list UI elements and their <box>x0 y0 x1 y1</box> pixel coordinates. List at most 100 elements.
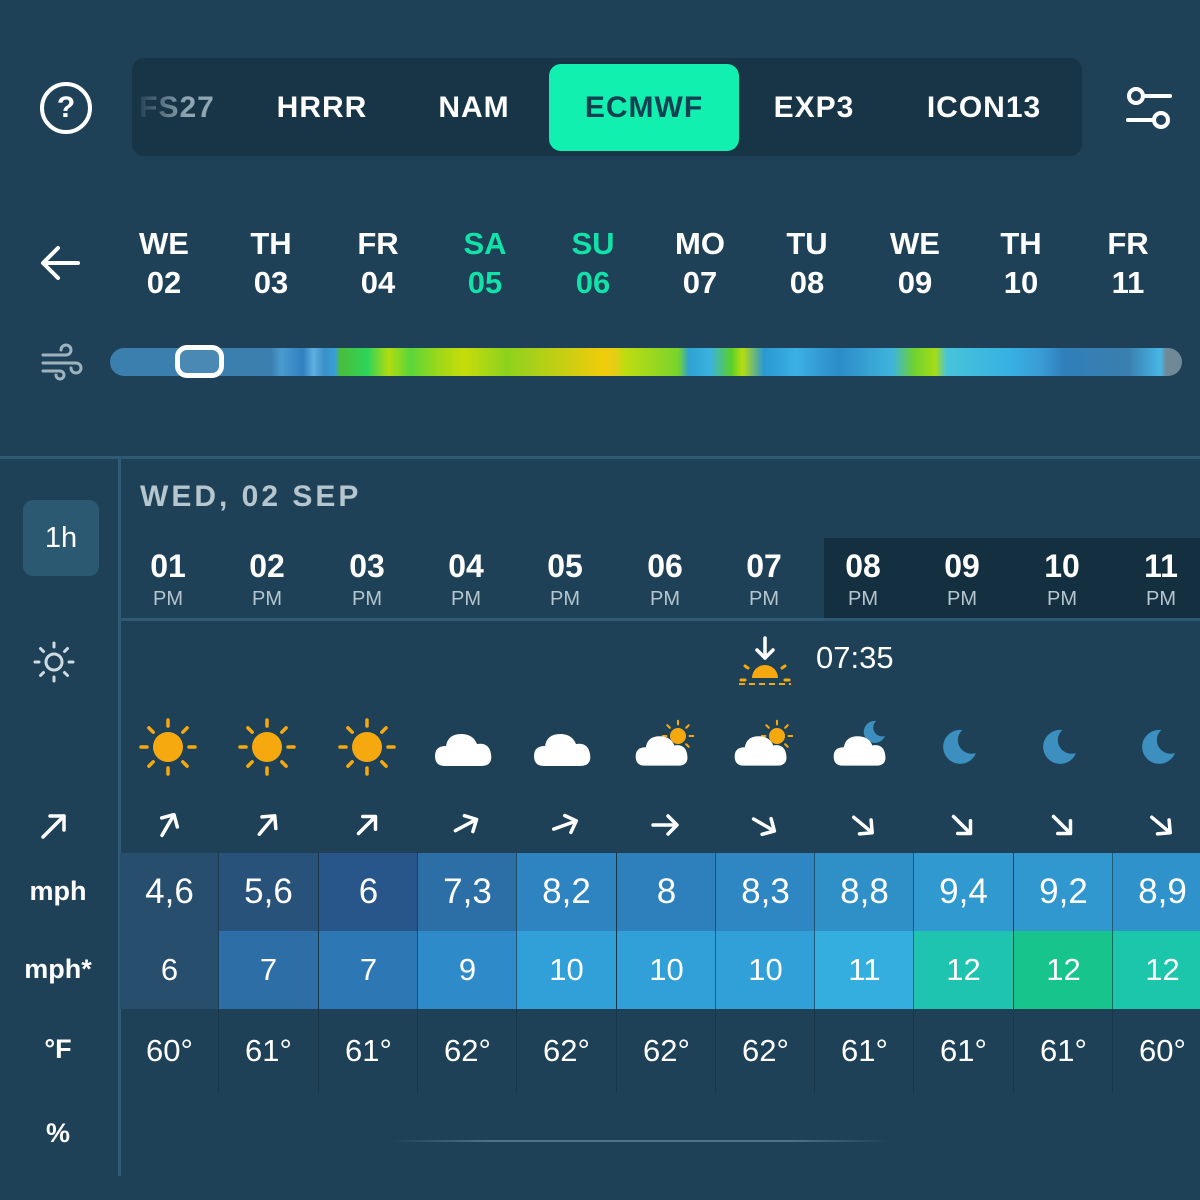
day-selector-mo-07[interactable]: MO 07 <box>650 224 750 302</box>
hour-number: 01 <box>150 548 186 584</box>
day-of-week: SU <box>571 226 615 261</box>
hour-number: 06 <box>647 548 683 584</box>
wind-direction-cell <box>416 805 516 845</box>
cloud-icon <box>534 734 591 766</box>
wind-timeline-bar[interactable] <box>110 348 1182 376</box>
wind-speed-cell: 9,4 <box>914 853 1013 931</box>
help-button[interactable]: ? <box>40 82 92 134</box>
day-of-week: FR <box>357 226 399 261</box>
sun-icon <box>139 718 197 776</box>
day-number: 04 <box>360 265 396 300</box>
column-separator <box>417 853 418 1093</box>
sun-outline-icon <box>33 641 75 683</box>
wind-direction-arrow-icon <box>356 814 378 836</box>
day-number: 02 <box>146 265 182 300</box>
model-tab-icon13[interactable]: ICON13 <box>904 64 1064 151</box>
column-separator <box>1013 853 1014 1093</box>
wind-direction-arrow-icon <box>159 812 180 838</box>
hour-column-header[interactable]: 03 PM <box>317 546 417 612</box>
wind-direction-cell <box>813 805 913 845</box>
hour-column-header[interactable]: 04 PM <box>416 546 516 612</box>
day-selector-th-10[interactable]: TH 10 <box>971 224 1071 302</box>
timeline-handle[interactable] <box>175 345 224 378</box>
hour-number: 07 <box>746 548 782 584</box>
wind-gust-cell: 7 <box>219 931 318 1009</box>
hour-column-header[interactable]: 07 PM <box>714 546 814 612</box>
day-selector-th-03[interactable]: TH 03 <box>221 224 321 302</box>
settings-sliders-icon[interactable] <box>1124 84 1174 134</box>
interval-toggle-button[interactable]: 1h <box>23 500 99 576</box>
weather-condition <box>118 712 218 782</box>
weather-condition <box>317 712 417 782</box>
day-selector-tu-08[interactable]: TU 08 <box>757 224 857 302</box>
sunset-icon <box>739 636 791 685</box>
hour-header-divider <box>120 618 1200 621</box>
wind-speed-cell: 6 <box>319 853 418 931</box>
cloud-icon <box>435 734 492 766</box>
wind-direction-cell <box>615 805 715 845</box>
day-number: 09 <box>897 265 933 300</box>
model-selector: FS27 HRRR NAM ECMWF EXP3 ICON13 <box>132 58 1082 156</box>
day-of-week: TU <box>786 226 828 261</box>
wind-gust-cell: 10 <box>716 931 815 1009</box>
day-number: 10 <box>1003 265 1039 300</box>
hour-ampm: PM <box>550 588 580 610</box>
hour-ampm: PM <box>1146 588 1176 610</box>
column-separator <box>318 853 319 1093</box>
hour-number: 09 <box>944 548 980 584</box>
day-selector-fr-11[interactable]: FR 11 <box>1078 224 1178 302</box>
hour-column-header[interactable]: 08 PM <box>813 546 913 612</box>
weather-condition <box>714 712 814 782</box>
hour-column-header[interactable]: 09 PM <box>912 546 1012 612</box>
hour-ampm: PM <box>749 588 779 610</box>
temperature-cell: 61° <box>1040 1033 1087 1068</box>
hour-column-header[interactable]: 11 PM <box>1111 546 1200 612</box>
hour-number: 10 <box>1044 548 1080 584</box>
hour-number: 03 <box>349 548 385 584</box>
day-selector-fr-04[interactable]: FR 04 <box>328 224 428 302</box>
weather-condition <box>1111 712 1200 782</box>
wind-gust-cell: 12 <box>1113 931 1200 1009</box>
weather-condition <box>912 712 1012 782</box>
hour-ampm: PM <box>153 588 183 610</box>
day-of-week: MO <box>675 226 725 261</box>
model-tab-nam[interactable]: NAM <box>404 64 544 151</box>
hour-number: 05 <box>547 548 583 584</box>
wind-direction-cell <box>1012 805 1112 845</box>
precipitation-unit-label: % <box>45 1118 70 1148</box>
weather-condition <box>217 712 317 782</box>
partly-sunny-icon <box>734 719 794 766</box>
partly-cloudy-night-icon <box>833 720 886 766</box>
day-selector-we-02[interactable]: WE 02 <box>114 224 214 302</box>
temperature-cell: 62° <box>444 1033 491 1068</box>
model-tab-fs27[interactable]: FS27 <box>132 64 222 151</box>
model-tab-exp3[interactable]: EXP3 <box>744 64 884 151</box>
hour-ampm: PM <box>451 588 481 610</box>
hour-column-header[interactable]: 01 PM <box>118 546 218 612</box>
hour-ampm: PM <box>1047 588 1077 610</box>
column-separator <box>516 853 517 1093</box>
day-number: 06 <box>575 265 611 300</box>
weather-condition <box>615 712 715 782</box>
wind-direction-icon <box>41 814 66 839</box>
day-selector-we-09[interactable]: WE 09 <box>865 224 965 302</box>
hour-ampm: PM <box>947 588 977 610</box>
sun-icon <box>238 718 296 776</box>
hour-column-header[interactable]: 10 PM <box>1012 546 1112 612</box>
wind-direction-arrow-icon <box>751 816 777 837</box>
day-number: 08 <box>789 265 825 300</box>
model-tab-ecmwf[interactable]: ECMWF <box>549 64 739 151</box>
hour-column-header[interactable]: 05 PM <box>515 546 615 612</box>
day-selector-sa-05[interactable]: SA 05 <box>435 224 535 302</box>
day-number: 07 <box>682 265 718 300</box>
hour-column-header[interactable]: 02 PM <box>217 546 317 612</box>
weather-condition <box>1012 712 1112 782</box>
wind-direction-arrow-icon <box>257 814 278 836</box>
hour-column-header[interactable]: 06 PM <box>615 546 715 612</box>
day-selector-su-06[interactable]: SU 06 <box>543 224 643 302</box>
model-tab-hrrr[interactable]: HRRR <box>252 64 392 151</box>
hour-ampm: PM <box>352 588 382 610</box>
column-separator <box>218 853 219 1093</box>
back-arrow-icon[interactable] <box>38 240 84 286</box>
day-of-week: FR <box>1107 226 1149 261</box>
